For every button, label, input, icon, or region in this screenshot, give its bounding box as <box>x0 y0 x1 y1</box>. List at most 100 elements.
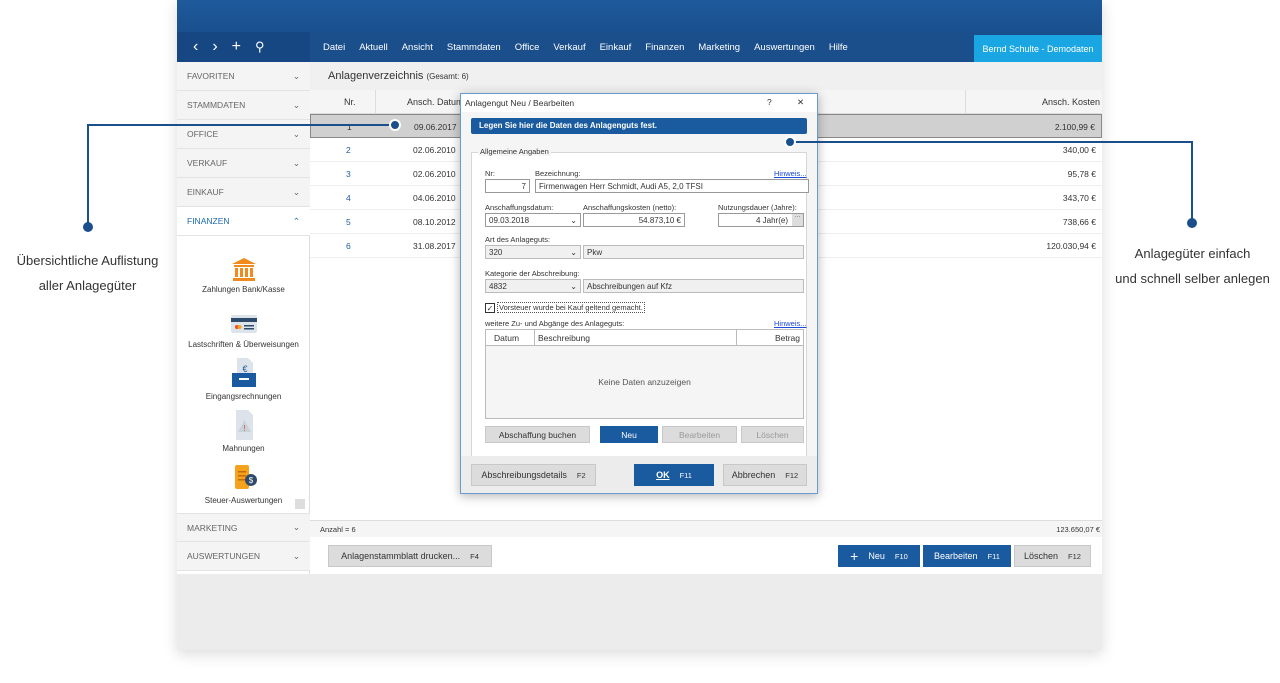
cell-datum: 09.06.2017 <box>414 122 457 132</box>
callout-dot-left <box>389 119 401 131</box>
sidebar-finanzen[interactable]: FINANZEN ⌃ <box>177 207 310 236</box>
sidebar-auswertungen[interactable]: AUSWERTUNGEN ⌄ <box>177 542 310 571</box>
button-label: OK <box>656 470 670 480</box>
chevron-down-icon: ⌄ <box>292 70 300 81</box>
abschaffung-button[interactable]: Abschaffung buchen <box>485 426 590 443</box>
dialog-footer: Abschreibungsdetails F2 OK F11 Abbrechen F1… <box>461 456 817 493</box>
sidebar-verkauf[interactable]: VERKAUF ⌄ <box>177 149 310 178</box>
dialog-title: Anlagengut Neu / Bearbeiten <box>465 98 575 108</box>
datum-dropdown[interactable]: 09.03.2018 ⌄ <box>485 213 581 227</box>
menu-datei[interactable]: Datei <box>323 42 345 53</box>
dialog-edit-button[interactable]: Bearbeiten <box>662 426 737 443</box>
invoice-inbox-icon: € <box>231 358 256 387</box>
launcher-label: Mahnungen <box>222 444 265 453</box>
delete-button[interactable]: Löschen F12 <box>1014 545 1091 567</box>
warning-document-icon: ! <box>235 410 253 440</box>
dialog-new-button[interactable]: Neu <box>600 426 658 443</box>
cancel-button[interactable]: Abbrechen F12 <box>723 464 807 486</box>
shortcut: F4 <box>470 551 479 561</box>
section-label: STAMMDATEN <box>187 100 246 110</box>
section-label: MARKETING <box>187 522 238 533</box>
shortcut: F10 <box>894 551 908 561</box>
art-label: Art des Anlageguts: <box>485 235 551 244</box>
sidebar-favoriten[interactable]: FAVORITEN ⌄ <box>177 62 310 91</box>
sidebar-marketing[interactable]: MARKETING ⌄ <box>177 513 310 542</box>
annotation-right: Anlagegüter einfach und schnell selber an… <box>1105 241 1280 291</box>
section-label: FINANZEN <box>187 216 230 226</box>
callout-end-right <box>1187 218 1197 228</box>
kat-code-dropdown[interactable]: 4832 ⌄ <box>485 279 581 293</box>
forward-icon[interactable]: › <box>212 38 217 56</box>
shortcut: F2 <box>576 470 586 480</box>
kategorie-field: Abschreibungen auf Kfz <box>583 279 804 293</box>
nr-field[interactable]: 7 <box>485 179 530 193</box>
col-nr[interactable]: Nr. <box>344 97 356 107</box>
menu-verkauf[interactable]: Verkauf <box>553 42 585 53</box>
ok-button[interactable]: OK F11 <box>634 464 714 486</box>
user-badge[interactable]: Bernd Schulte - Demodaten <box>974 35 1102 62</box>
chevron-down-icon: ⌄ <box>570 248 577 257</box>
grid-col-datum[interactable]: Datum <box>494 333 519 343</box>
art-code-value: 320 <box>489 248 503 257</box>
launcher-eingangsrechnungen[interactable]: € Eingangsrechnungen <box>177 358 310 401</box>
cell-datum: 31.08.2017 <box>413 241 456 251</box>
dauer-label: Nutzungsdauer (Jahre): <box>718 203 797 212</box>
details-button[interactable]: Abschreibungsdetails F2 <box>471 464 596 486</box>
bank-icon <box>231 258 256 281</box>
bezeichnung-field[interactable]: Firmenwagen Herr Schmidt, Audi A5, 2,0 T… <box>535 179 809 193</box>
vorsteuer-checkbox[interactable]: ✓ Vorsteuer wurde bei Kauf geltend gemac… <box>485 302 645 313</box>
kat-code-value: 4832 <box>489 282 507 291</box>
cell-datum: 02.06.2010 <box>413 169 456 179</box>
sidebar-stammdaten[interactable]: STAMMDATEN ⌄ <box>177 91 310 120</box>
menu-marketing[interactable]: Marketing <box>698 42 740 53</box>
col-kosten[interactable]: Ansch. Kosten <box>1042 97 1100 107</box>
hint-link-2[interactable]: Hinweis... <box>774 319 807 328</box>
col-datum[interactable]: Ansch. Datum <box>407 97 464 107</box>
menu-stammdaten[interactable]: Stammdaten <box>447 42 501 53</box>
art-code-dropdown[interactable]: 320 ⌄ <box>485 245 581 259</box>
table-footer: Anzahl = 6 123.650,07 € <box>310 520 1102 537</box>
datum-value: 09.03.2018 <box>489 216 530 225</box>
nr-label: Nr: <box>485 169 495 178</box>
ellipsis-button[interactable]: ··· <box>792 214 803 226</box>
back-icon[interactable]: ‹ <box>193 38 198 56</box>
grid-col-beschreibung[interactable]: Beschreibung <box>538 333 590 343</box>
plus-icon: + <box>850 548 859 564</box>
menu-finanzen[interactable]: Finanzen <box>645 42 684 53</box>
nav-buttons: ‹ › + ⚲ <box>177 32 310 62</box>
close-icon[interactable]: ✕ <box>797 97 804 108</box>
dauer-field[interactable]: 4 Jahr(e) ··· <box>718 213 804 227</box>
kosten-field[interactable]: 54.873,10 € <box>583 213 685 227</box>
hint-link[interactable]: Hinweis... <box>774 169 807 178</box>
collapse-toggle[interactable] <box>295 499 305 509</box>
menu-aktuell[interactable]: Aktuell <box>359 42 388 53</box>
menu-hilfe[interactable]: Hilfe <box>829 42 848 53</box>
chevron-down-icon: ⌄ <box>292 550 300 561</box>
shortcut: F11 <box>679 470 692 480</box>
help-icon[interactable]: ? <box>767 97 772 107</box>
callout-line-left <box>88 124 396 126</box>
launcher-steuer[interactable]: $ Steuer-Auswertungen <box>177 462 310 505</box>
menu-office[interactable]: Office <box>515 42 540 53</box>
launcher-zahlungen[interactable]: Zahlungen Bank/Kasse <box>177 257 310 294</box>
menu-einkauf[interactable]: Einkauf <box>600 42 632 53</box>
shortcut: F12 <box>1068 551 1081 561</box>
section-label: AUSWERTUNGEN <box>187 551 261 561</box>
sidebar-einkauf[interactable]: EINKAUF ⌄ <box>177 178 310 207</box>
datum-label: Anschaffungsdatum: <box>485 203 554 212</box>
menu-auswertungen[interactable]: Auswertungen <box>754 42 815 53</box>
svg-text:$: $ <box>248 476 253 485</box>
dialog-delete-button[interactable]: Löschen <box>741 426 804 443</box>
add-icon[interactable]: + <box>232 38 241 56</box>
new-button[interactable]: + Neu F10 <box>838 545 920 567</box>
movements-grid: Datum Beschreibung Betrag Keine Daten an… <box>485 329 804 419</box>
title-band <box>177 0 1102 32</box>
grid-col-betrag[interactable]: Betrag <box>775 333 800 343</box>
launcher-mahnungen[interactable]: ! Mahnungen <box>177 410 310 453</box>
menu-ansicht[interactable]: Ansicht <box>402 42 433 53</box>
launcher-label: Eingangsrechnungen <box>205 392 282 401</box>
launcher-lastschriften[interactable]: Lastschriften & Überweisungen <box>177 312 310 349</box>
edit-button[interactable]: Bearbeiten F11 <box>923 545 1011 567</box>
search-icon[interactable]: ⚲ <box>255 39 265 55</box>
print-button[interactable]: Anlagenstammblatt drucken... F4 <box>328 545 492 567</box>
